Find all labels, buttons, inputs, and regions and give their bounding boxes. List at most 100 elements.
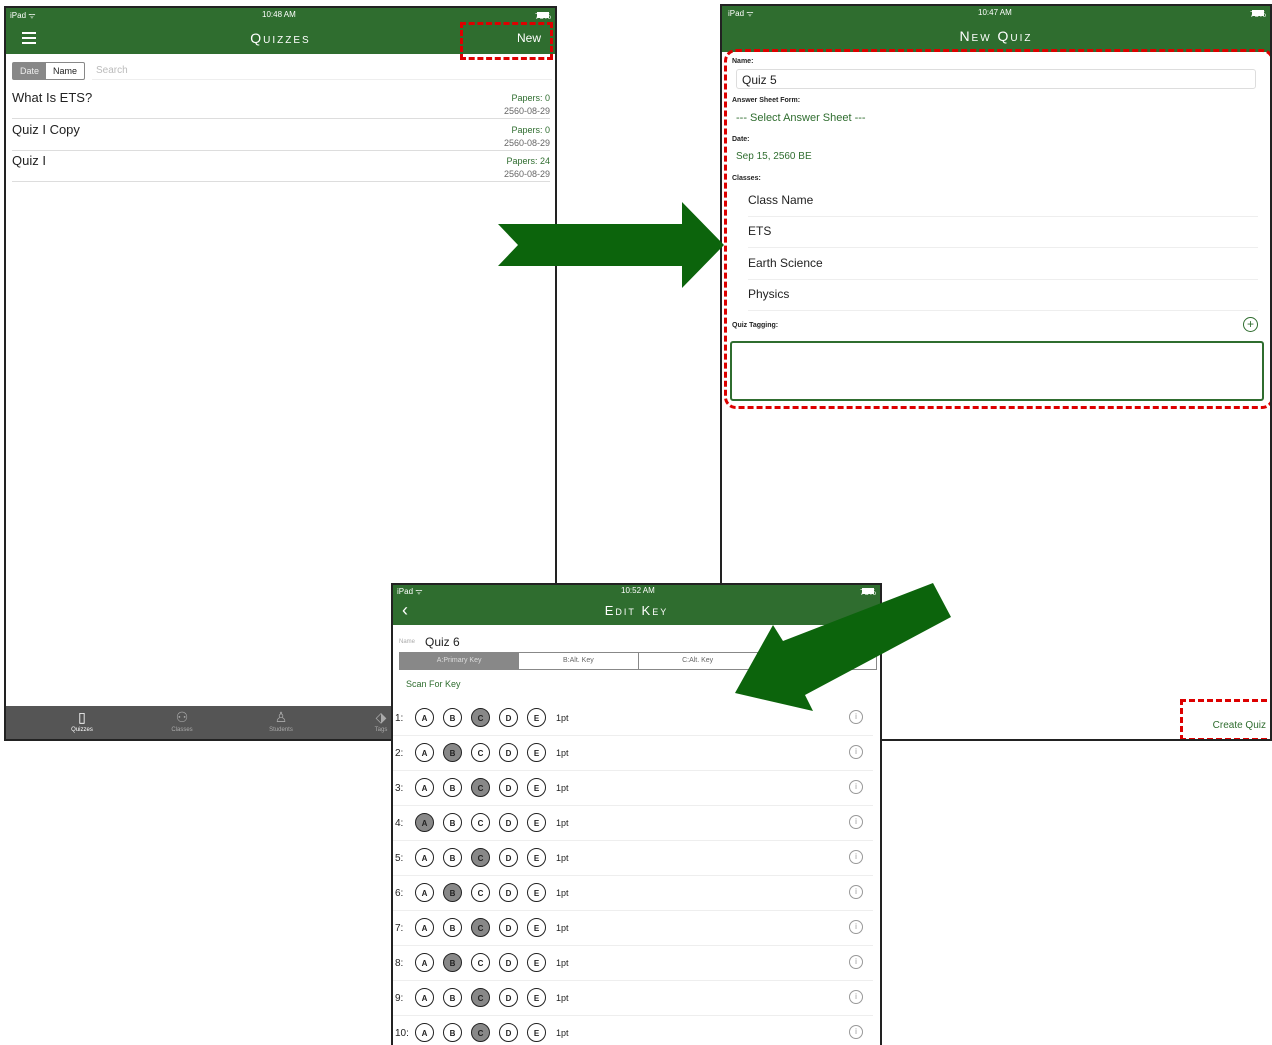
quiz-date: 2560-08-29 xyxy=(503,106,550,116)
quiz-name-input[interactable]: Quiz 6 xyxy=(425,635,460,649)
answer-bubble[interactable]: B xyxy=(443,708,462,727)
answer-bubble[interactable]: C xyxy=(471,918,490,937)
answer-bubble[interactable]: C xyxy=(471,953,490,972)
answer-bubble[interactable]: D xyxy=(499,883,518,902)
sort-by-date[interactable]: Date xyxy=(13,63,47,79)
question-number: 5: xyxy=(395,853,404,864)
info-icon[interactable]: i xyxy=(849,885,863,899)
answer-bubble[interactable]: D xyxy=(499,918,518,937)
points-value[interactable]: 1pt xyxy=(556,993,569,1003)
answer-bubble[interactable]: E xyxy=(527,953,546,972)
answer-bubble[interactable]: B xyxy=(443,953,462,972)
device-label: iPad ᯤ xyxy=(728,9,754,18)
answer-bubble[interactable]: C xyxy=(471,708,490,727)
answer-bubble[interactable]: B xyxy=(443,883,462,902)
answer-row: 10: A B C D E 1pt i xyxy=(393,1016,873,1045)
tab-quizzes[interactable]: ▯ Quizzes xyxy=(52,706,112,733)
quiz-date: 2560-08-29 xyxy=(503,138,550,148)
answer-bubble[interactable]: E xyxy=(527,708,546,727)
quiz-date: 2560-08-29 xyxy=(503,169,550,179)
scan-for-key-button[interactable]: Scan For Key xyxy=(406,679,461,689)
answer-bubble[interactable]: A xyxy=(415,883,434,902)
info-icon[interactable]: i xyxy=(849,1025,863,1039)
answer-bubble[interactable]: B xyxy=(443,918,462,937)
answer-bubble[interactable]: C xyxy=(471,778,490,797)
answer-bubble[interactable]: E xyxy=(527,778,546,797)
answer-bubble[interactable]: D xyxy=(499,848,518,867)
question-number: 7: xyxy=(395,923,404,934)
answer-bubble[interactable]: A xyxy=(415,848,434,867)
answer-bubble[interactable]: C xyxy=(471,1023,490,1042)
answer-bubble[interactable]: D xyxy=(499,953,518,972)
points-value[interactable]: 1pt xyxy=(556,853,569,863)
info-icon[interactable]: i xyxy=(849,710,863,724)
status-time: 10:52 AM xyxy=(621,586,655,595)
tab-classes[interactable]: ⚇ Classes xyxy=(152,706,212,733)
quiz-papers: Papers: 0 xyxy=(511,125,550,135)
sort-by-name[interactable]: Name xyxy=(46,63,84,79)
question-number: 10: xyxy=(395,1028,409,1039)
info-icon[interactable]: i xyxy=(849,850,863,864)
answer-bubble[interactable]: A xyxy=(415,918,434,937)
answer-bubble[interactable]: D xyxy=(499,708,518,727)
arrow-down-left-icon xyxy=(735,583,951,711)
info-icon[interactable]: i xyxy=(849,745,863,759)
answer-bubble[interactable]: E xyxy=(527,848,546,867)
points-value[interactable]: 1pt xyxy=(556,748,569,758)
info-icon[interactable]: i xyxy=(849,815,863,829)
quiz-list-item[interactable]: Quiz I Copy Papers: 0 2560-08-29 xyxy=(12,119,550,151)
answer-row: 3: A B C D E 1pt i xyxy=(393,771,873,806)
answer-bubble[interactable]: B xyxy=(443,848,462,867)
answer-bubble[interactable]: A xyxy=(415,988,434,1007)
info-icon[interactable]: i xyxy=(849,780,863,794)
answer-bubble[interactable]: A xyxy=(415,778,434,797)
answer-bubble[interactable]: E xyxy=(527,918,546,937)
answer-bubble[interactable]: E xyxy=(527,988,546,1007)
answer-bubble[interactable]: E xyxy=(527,813,546,832)
answer-bubble[interactable]: C xyxy=(471,988,490,1007)
key-tab-alt-b[interactable]: B:Alt. Key xyxy=(519,653,639,669)
answer-bubble[interactable]: B xyxy=(443,778,462,797)
answer-bubble[interactable]: A xyxy=(415,813,434,832)
answer-bubble[interactable]: D xyxy=(499,813,518,832)
info-icon[interactable]: i xyxy=(849,990,863,1004)
answer-bubble[interactable]: C xyxy=(471,848,490,867)
key-tab-primary[interactable]: A:Primary Key xyxy=(400,653,520,669)
answer-bubble[interactable]: A xyxy=(415,1023,434,1042)
points-value[interactable]: 1pt xyxy=(556,818,569,828)
quiz-list-item[interactable]: What Is ETS? Papers: 0 2560-08-29 xyxy=(12,87,550,119)
tab-students[interactable]: ♙ Students xyxy=(251,706,311,733)
answer-bubble[interactable]: A xyxy=(415,708,434,727)
answer-bubble[interactable]: E xyxy=(527,743,546,762)
info-icon[interactable]: i xyxy=(849,920,863,934)
answer-bubble[interactable]: B xyxy=(443,743,462,762)
points-value[interactable]: 1pt xyxy=(556,783,569,793)
quiz-list-item[interactable]: Quiz I Papers: 24 2560-08-29 xyxy=(12,150,550,182)
status-bar: iPad ᯤ 10:47 AM 78% xyxy=(722,6,1270,20)
answer-bubble[interactable]: B xyxy=(443,813,462,832)
points-value[interactable]: 1pt xyxy=(556,713,569,723)
sort-segmented-control: Date Name xyxy=(12,62,86,80)
answer-bubble[interactable]: C xyxy=(471,883,490,902)
answer-bubble[interactable]: A xyxy=(415,953,434,972)
answer-bubble[interactable]: C xyxy=(471,743,490,762)
answer-bubble[interactable]: C xyxy=(471,813,490,832)
search-input[interactable]: Search xyxy=(92,62,552,80)
answer-bubble[interactable]: B xyxy=(443,1023,462,1042)
answer-bubble[interactable]: D xyxy=(499,778,518,797)
person-icon: ♙ xyxy=(274,709,288,725)
answer-bubble[interactable]: D xyxy=(499,1023,518,1042)
points-value[interactable]: 1pt xyxy=(556,958,569,968)
points-value[interactable]: 1pt xyxy=(556,888,569,898)
answer-bubble[interactable]: E xyxy=(527,883,546,902)
question-number: 4: xyxy=(395,818,404,829)
points-value[interactable]: 1pt xyxy=(556,1028,569,1038)
answer-bubble[interactable]: E xyxy=(527,1023,546,1042)
answer-bubble[interactable]: D xyxy=(499,988,518,1007)
points-value[interactable]: 1pt xyxy=(556,923,569,933)
answer-bubble[interactable]: A xyxy=(415,743,434,762)
answer-bubble[interactable]: D xyxy=(499,743,518,762)
answer-bubble[interactable]: B xyxy=(443,988,462,1007)
battery-percent: 78% xyxy=(1250,10,1267,19)
info-icon[interactable]: i xyxy=(849,955,863,969)
